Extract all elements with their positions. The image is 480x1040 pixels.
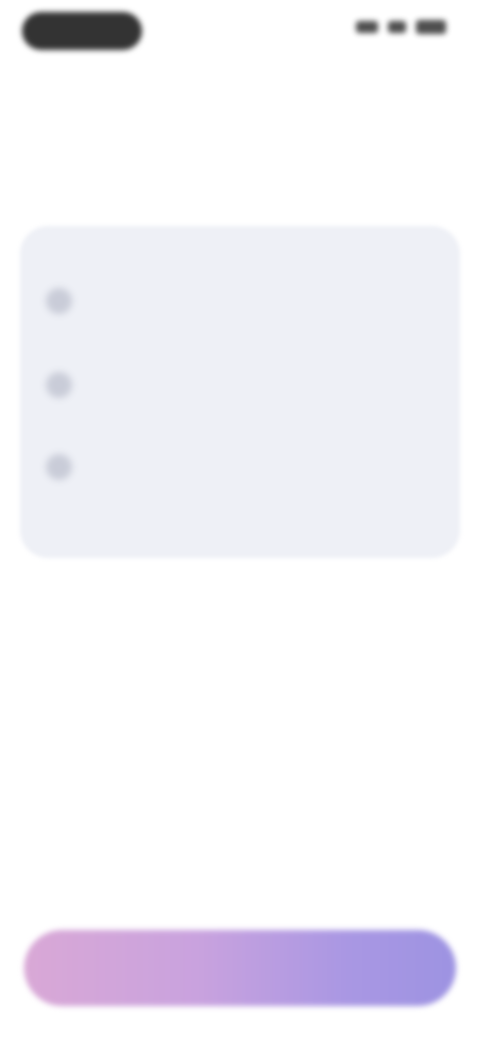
feature-item (46, 372, 406, 398)
feature-item (46, 454, 406, 480)
feature-item (46, 288, 406, 314)
wifi-icon (388, 21, 406, 33)
continue-button[interactable] (24, 930, 456, 1006)
feature-circle-icon (46, 454, 72, 480)
status-icons (356, 20, 446, 34)
features-card (20, 226, 460, 558)
feature-circle-icon (46, 372, 72, 398)
feature-circle-icon (46, 288, 72, 314)
status-bar (0, 0, 480, 64)
signal-icon (356, 21, 378, 33)
status-time (22, 12, 142, 50)
battery-icon (416, 20, 446, 34)
